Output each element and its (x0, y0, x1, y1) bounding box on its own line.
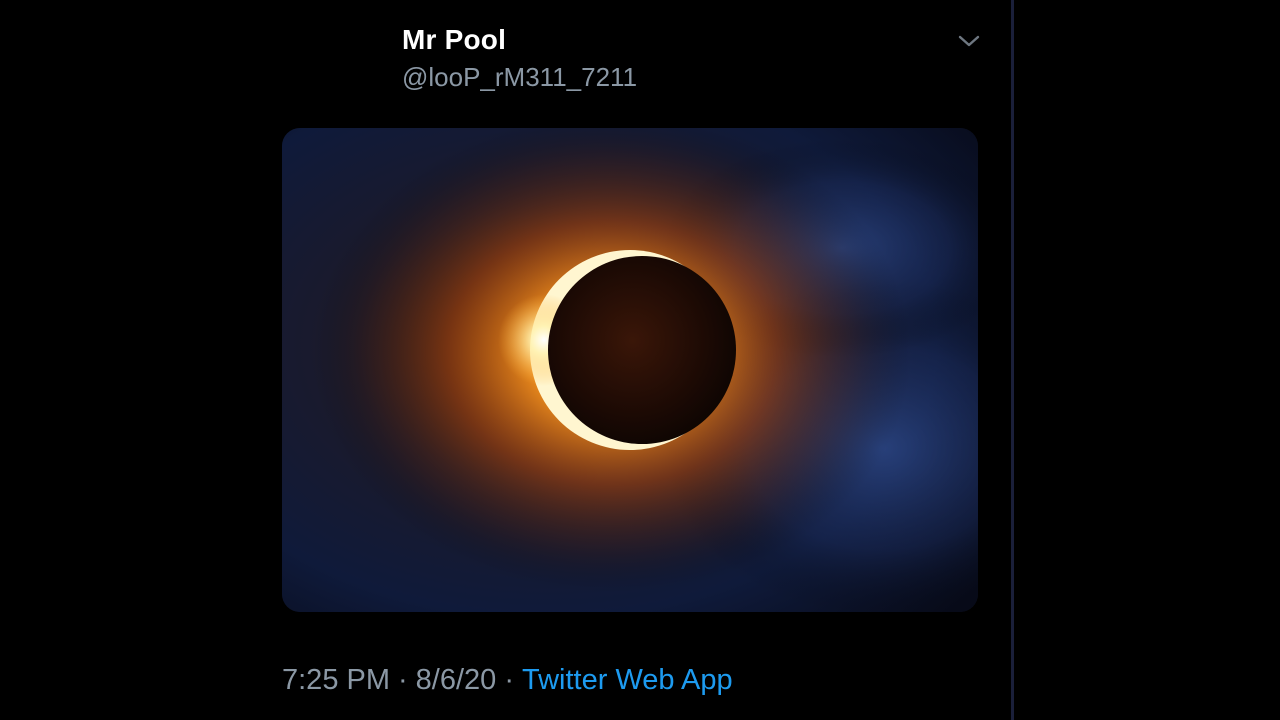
tweet-time[interactable]: 7:25 PM (282, 664, 390, 696)
author-handle[interactable]: @looP_rM311_7211 (402, 62, 637, 93)
author-display-name[interactable]: Mr Pool (402, 24, 506, 56)
meta-separator: · (398, 664, 408, 696)
tweet-date[interactable]: 8/6/20 (416, 664, 497, 696)
eclipse-image (282, 128, 978, 612)
column-divider (1011, 0, 1014, 720)
tweet-detail-view: Mr Pool @looP_rM311_7211 7:25 PM · 8/6/2… (0, 0, 1280, 720)
tweet-source-link[interactable]: Twitter Web App (522, 664, 733, 696)
chevron-down-icon[interactable] (956, 28, 982, 54)
meta-separator: · (504, 664, 514, 696)
tweet-metadata: 7:25 PM · 8/6/20 · Twitter Web App (282, 664, 733, 697)
tweet-media-image[interactable] (282, 128, 978, 612)
